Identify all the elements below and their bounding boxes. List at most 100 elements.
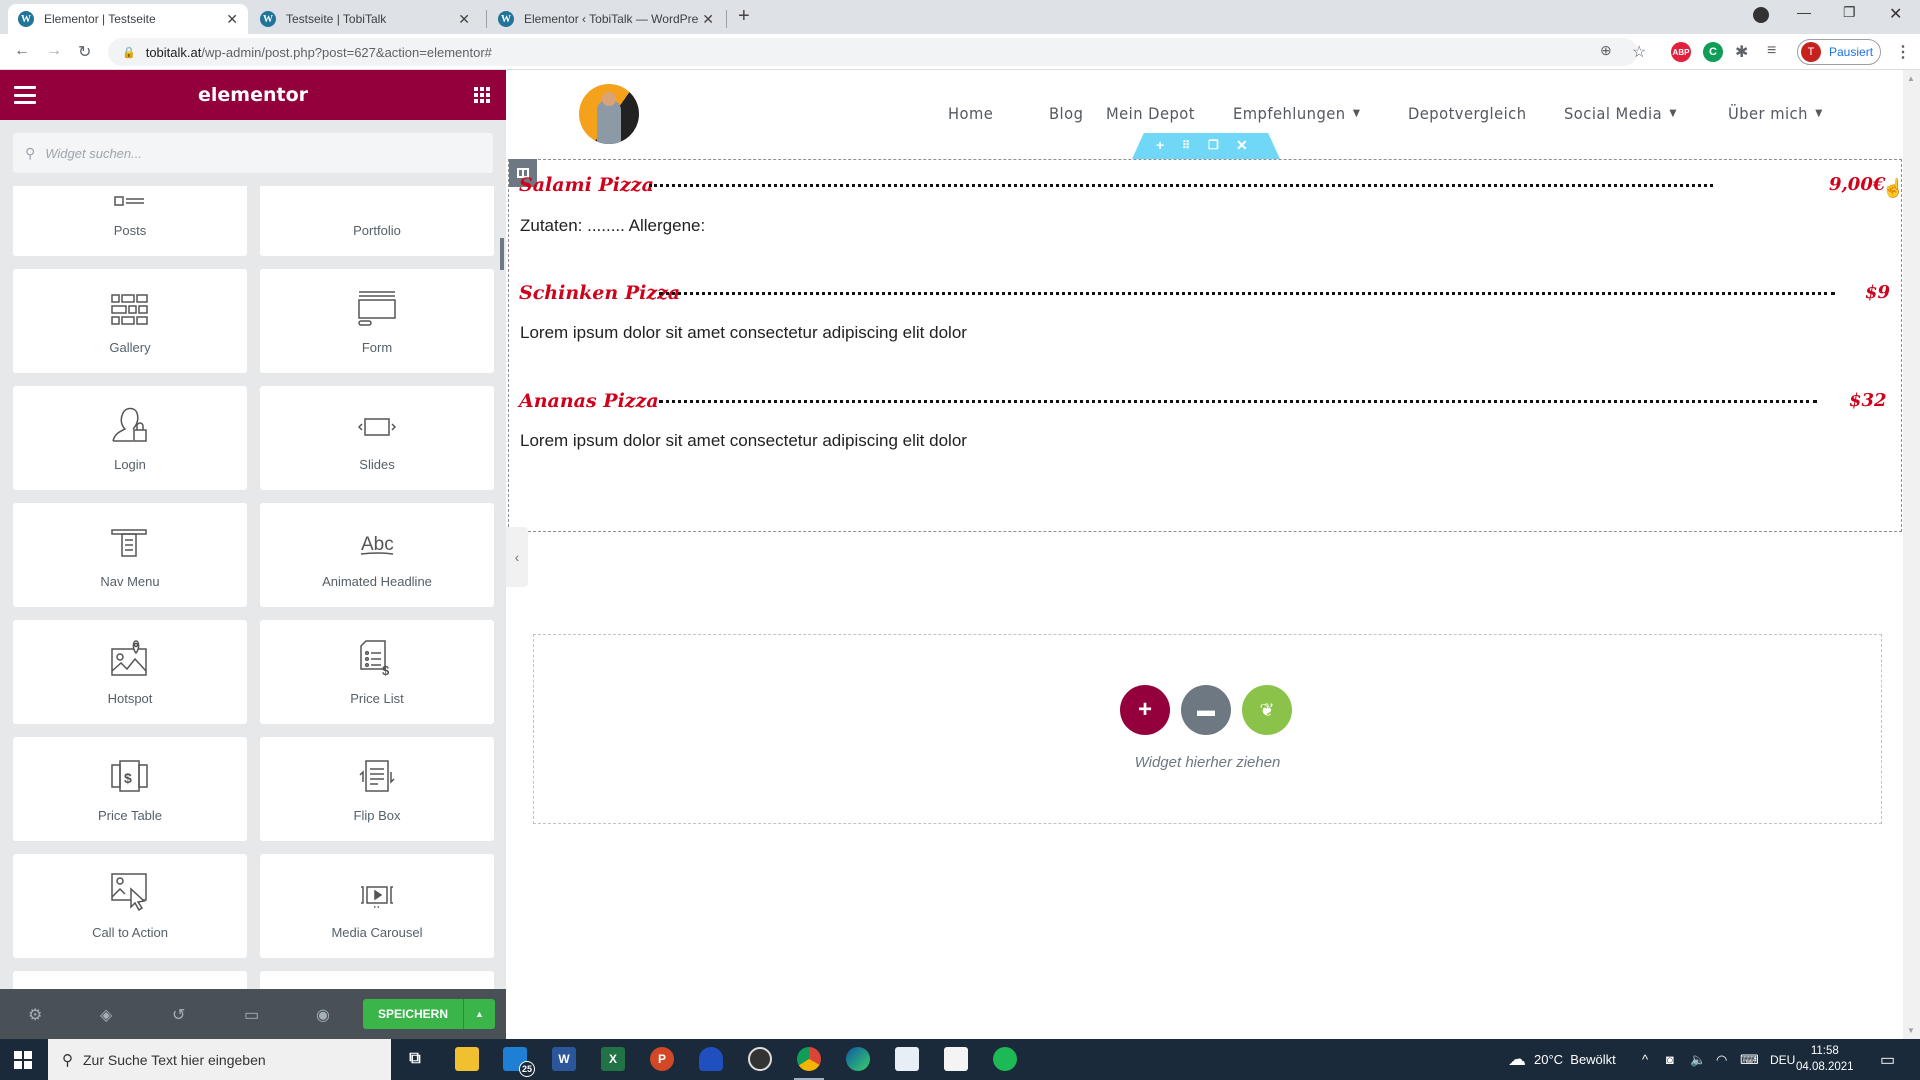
widget-posts[interactable]: Posts	[13, 186, 247, 256]
powerpoint-icon[interactable]: P	[650, 1047, 674, 1071]
reload-icon[interactable]: ↻	[78, 42, 91, 62]
profile-button[interactable]: T Pausiert	[1797, 39, 1881, 65]
scroll-up-icon[interactable]: ▲	[1907, 74, 1915, 83]
duplicate-icon[interactable]: ❐	[1208, 138, 1219, 152]
back-icon[interactable]: ←	[14, 42, 30, 60]
price-list-section[interactable]: Salami Pizza 9,00€ Zutaten: ........ All…	[508, 159, 1902, 532]
chrome-icon[interactable]	[797, 1047, 821, 1071]
media-control-icon[interactable]: ≡	[1767, 42, 1776, 60]
notepad-icon[interactable]	[944, 1047, 968, 1071]
file-explorer-icon[interactable]	[455, 1047, 479, 1071]
history-icon[interactable]: ↺	[172, 1005, 185, 1025]
forward-icon[interactable]: →	[46, 42, 62, 60]
edge-icon[interactable]	[846, 1047, 870, 1071]
browser-tab[interactable]: W Elementor ‹ TobiTalk — WordPres ✕	[488, 4, 724, 34]
wifi-icon[interactable]: ◠	[1716, 1039, 1727, 1080]
widget-price-list[interactable]: $ Price List	[260, 620, 494, 724]
nav-item-ueber-mich[interactable]: Über mich ▼	[1728, 104, 1823, 123]
notifications-icon[interactable]: ▭	[1880, 1039, 1895, 1080]
canvas-scrollbar[interactable]: ▲ ▼	[1903, 70, 1920, 1039]
close-tab-icon[interactable]: ✕	[702, 11, 714, 28]
navigator-layers-icon[interactable]: ◈	[100, 1005, 112, 1025]
collapse-panel-button[interactable]: ‹	[506, 527, 528, 587]
widget-portfolio[interactable]: Portfolio	[260, 186, 494, 256]
widget-nav-menu[interactable]: Nav Menu	[13, 503, 247, 607]
adblock-plus-icon[interactable]: ABP	[1671, 42, 1691, 62]
widget-price-table[interactable]: $ Price Table	[13, 737, 247, 841]
widget-drop-zone[interactable]: + ▬ ❦ Widget hierher ziehen	[533, 634, 1882, 824]
posts-icon	[114, 196, 144, 206]
word-icon[interactable]: W	[552, 1047, 576, 1071]
camera-icon[interactable]: ◙	[1666, 1039, 1674, 1080]
zoom-icon[interactable]: ⊕	[1600, 42, 1612, 59]
taskbar-search-input[interactable]: ⚲ Zur Suche Text hier eingeben	[48, 1039, 391, 1080]
close-tab-icon[interactable]: ✕	[458, 11, 470, 28]
add-section-icon[interactable]: +	[1156, 137, 1164, 153]
svg-text:$: $	[382, 663, 390, 677]
maximize-button[interactable]: ❐	[1843, 4, 1856, 21]
language-indicator[interactable]: DEU	[1770, 1039, 1795, 1080]
browser-tab[interactable]: W Elementor | Testseite ✕	[8, 4, 248, 34]
tab-search-icon[interactable]	[1753, 7, 1769, 23]
weather-widget[interactable]: ☁ 20°C Bewölkt	[1508, 1039, 1616, 1080]
widgets-grid-icon[interactable]	[474, 87, 490, 103]
drag-handle-icon[interactable]: ⠿	[1182, 139, 1190, 152]
widget-gallery[interactable]: Gallery	[13, 269, 247, 373]
price-item-title: Ananas Pizza	[519, 390, 659, 412]
new-tab-button[interactable]: +	[738, 5, 750, 28]
minimize-button[interactable]: —	[1797, 4, 1811, 20]
extensions-puzzle-icon[interactable]: ✱	[1735, 42, 1748, 62]
save-options-caret-icon[interactable]: ▲	[463, 999, 495, 1029]
add-new-section-button[interactable]: +	[1120, 685, 1170, 735]
envato-kit-button[interactable]: ❦	[1242, 685, 1292, 735]
chevron-up-icon[interactable]: ^	[1642, 1039, 1648, 1080]
excel-icon[interactable]: X	[601, 1047, 625, 1071]
responsive-mode-icon[interactable]: ▭	[244, 1005, 259, 1025]
widget-card[interactable]	[13, 971, 247, 991]
volume-icon[interactable]: 🔈	[1690, 1039, 1706, 1080]
widget-search-input[interactable]: ⚲ Widget suchen...	[13, 133, 493, 173]
nav-item-empfehlungen[interactable]: Empfehlungen ▼	[1233, 104, 1360, 123]
app-icon[interactable]	[699, 1047, 723, 1071]
spotify-icon[interactable]	[993, 1047, 1017, 1071]
task-view-icon[interactable]: ⧉	[403, 1047, 427, 1071]
close-tab-icon[interactable]: ✕	[226, 11, 238, 28]
snipping-tool-icon[interactable]	[895, 1047, 919, 1071]
nav-item-blog[interactable]: Blog	[1049, 104, 1083, 123]
widget-flip-box[interactable]: Flip Box	[260, 737, 494, 841]
browser-tab[interactable]: W Testseite | TobiTalk ✕	[250, 4, 480, 34]
widget-card[interactable]	[260, 971, 494, 991]
nav-item-depotvergleich[interactable]: Depotvergleich	[1408, 104, 1527, 123]
bookmark-star-icon[interactable]: ☆	[1632, 42, 1646, 62]
windows-start-icon[interactable]	[14, 1051, 32, 1069]
tab-title: Elementor ‹ TobiTalk — WordPres	[524, 12, 699, 26]
panel-scrollbar[interactable]	[500, 238, 504, 270]
address-bar[interactable]: 🔒 tobitalk.at /wp-admin/post.php?post=62…	[108, 38, 1638, 66]
mail-icon[interactable]: 25	[503, 1047, 535, 1077]
widget-login[interactable]: Login	[13, 386, 247, 490]
save-button[interactable]: SPEICHERN	[363, 999, 463, 1029]
site-logo[interactable]	[579, 84, 639, 144]
widget-hotspot[interactable]: Hotspot	[13, 620, 247, 724]
widget-slides[interactable]: Slides	[260, 386, 494, 490]
wordpress-icon: W	[260, 11, 276, 27]
widget-animated-headline[interactable]: Abc Animated Headline	[260, 503, 494, 607]
widget-media-carousel[interactable]: Media Carousel	[260, 854, 494, 958]
obs-icon[interactable]	[748, 1047, 772, 1071]
preview-eye-icon[interactable]: ◉	[316, 1005, 330, 1025]
delete-section-icon[interactable]: ✕	[1236, 137, 1248, 154]
widget-call-to-action[interactable]: Call to Action	[13, 854, 247, 958]
add-template-folder-button[interactable]: ▬	[1181, 685, 1231, 735]
close-window-button[interactable]: ✕	[1889, 4, 1902, 24]
nav-item-mein-depot[interactable]: Mein Depot	[1106, 104, 1195, 123]
scroll-down-icon[interactable]: ▼	[1907, 1026, 1915, 1035]
settings-gear-icon[interactable]: ⚙	[28, 1005, 42, 1025]
keyboard-icon[interactable]: ⌨	[1740, 1039, 1759, 1080]
hamburger-menu-icon[interactable]	[14, 86, 36, 104]
nav-item-home[interactable]: Home	[948, 104, 993, 123]
widget-form[interactable]: Form	[260, 269, 494, 373]
chrome-menu-icon[interactable]: ⋮	[1895, 42, 1911, 62]
nav-item-social-media[interactable]: Social Media ▼	[1564, 104, 1677, 123]
system-clock[interactable]: 11:58 04.08.2021	[1796, 1043, 1854, 1075]
grammarly-icon[interactable]: C	[1703, 42, 1723, 62]
